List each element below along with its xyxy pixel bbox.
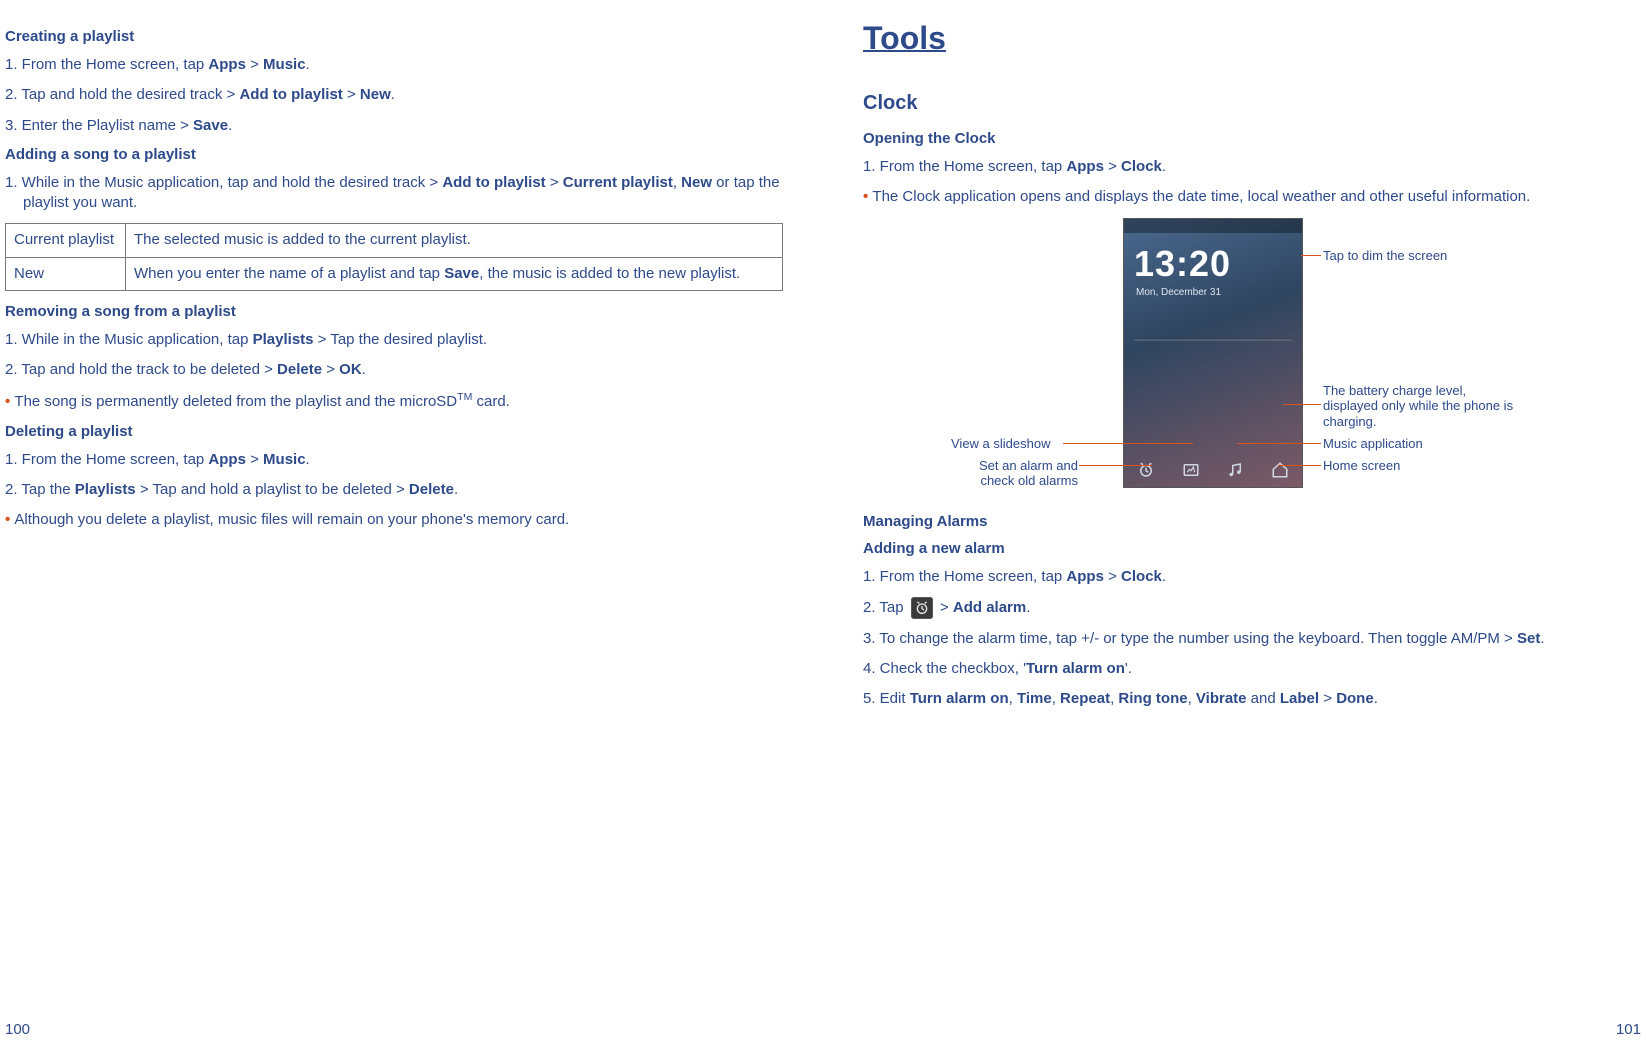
step: 3. To change the alarm time, tap +/- or … <box>863 629 1641 649</box>
step: 1. While in the Music application, tap P… <box>5 330 783 350</box>
annot-dim: Tap to dim the screen <box>1323 248 1447 264</box>
bullet: Although you delete a playlist, music fi… <box>5 510 783 530</box>
alarm-icon <box>1137 461 1155 479</box>
table-row: Current playlist The selected music is a… <box>6 224 783 257</box>
heading-creating-playlist: Creating a playlist <box>5 28 783 45</box>
heading-deleting-playlist: Deleting a playlist <box>5 423 783 440</box>
leader-line <box>1301 255 1321 256</box>
page-number-right: 101 <box>1616 1021 1641 1038</box>
alarm-button-icon <box>911 597 933 619</box>
step: 1. From the Home screen, tap Apps > Musi… <box>5 450 783 470</box>
heading-clock: Clock <box>863 92 1641 115</box>
clock-time: 13:20 <box>1134 243 1302 285</box>
music-icon <box>1226 461 1244 479</box>
left-page: Creating a playlist 1. From the Home scr… <box>0 0 823 1048</box>
playlist-options-table: Current playlist The selected music is a… <box>5 223 783 291</box>
phone-icon-row <box>1124 461 1302 479</box>
leader-line <box>1278 465 1321 466</box>
step: 4. Check the checkbox, 'Turn alarm on'. <box>863 659 1641 679</box>
heading-removing-song: Removing a song from a playlist <box>5 303 783 320</box>
clock-figure: 13:20 Mon, December 31 Tap to dim the sc… <box>863 218 1641 498</box>
step: 2. Tap the Playlists > Tap and hold a pl… <box>5 480 783 500</box>
phone-divider <box>1134 338 1292 341</box>
step: 1. While in the Music application, tap a… <box>5 173 783 214</box>
annot-music: Music application <box>1323 436 1423 452</box>
leader-line <box>1079 465 1152 466</box>
leader-line <box>1237 443 1321 444</box>
step: 1. From the Home screen, tap Apps > Cloc… <box>863 567 1641 587</box>
home-icon <box>1271 461 1289 479</box>
bullet: The Clock application opens and displays… <box>863 187 1641 207</box>
step: 1. From the Home screen, tap Apps > Cloc… <box>863 157 1641 177</box>
table-row: New When you enter the name of a playlis… <box>6 257 783 290</box>
annot-battery: The battery charge level, displayed only… <box>1323 383 1523 430</box>
bullet: The song is permanently deleted from the… <box>5 390 783 412</box>
phone-statusbar <box>1124 219 1302 233</box>
step: 2. Tap and hold the desired track > Add … <box>5 85 783 105</box>
heading-managing-alarms: Managing Alarms <box>863 513 1641 530</box>
annot-home: Home screen <box>1323 458 1400 474</box>
leader-line <box>1283 404 1321 405</box>
leader-line <box>1063 443 1193 444</box>
right-page: Tools Clock Opening the Clock 1. From th… <box>823 0 1646 1048</box>
page-number-left: 100 <box>5 1021 30 1038</box>
chapter-title: Tools <box>863 20 1641 57</box>
step: 3. Enter the Playlist name > Save. <box>5 116 783 136</box>
heading-adding-song: Adding a song to a playlist <box>5 146 783 163</box>
heading-adding-alarm: Adding a new alarm <box>863 540 1641 557</box>
heading-opening-clock: Opening the Clock <box>863 130 1641 147</box>
step: 1. From the Home screen, tap Apps > Musi… <box>5 55 783 75</box>
annot-slideshow: View a slideshow <box>951 436 1050 452</box>
clock-date: Mon, December 31 <box>1136 287 1302 298</box>
step: 2. Tap and hold the track to be deleted … <box>5 360 783 380</box>
phone-screenshot: 13:20 Mon, December 31 <box>1123 218 1303 488</box>
slideshow-icon <box>1182 461 1200 479</box>
step: 5. Edit Turn alarm on, Time, Repeat, Rin… <box>863 689 1641 709</box>
annot-alarm: Set an alarm and check old alarms <box>943 458 1078 489</box>
step: 2. Tap > Add alarm. <box>863 597 1641 619</box>
